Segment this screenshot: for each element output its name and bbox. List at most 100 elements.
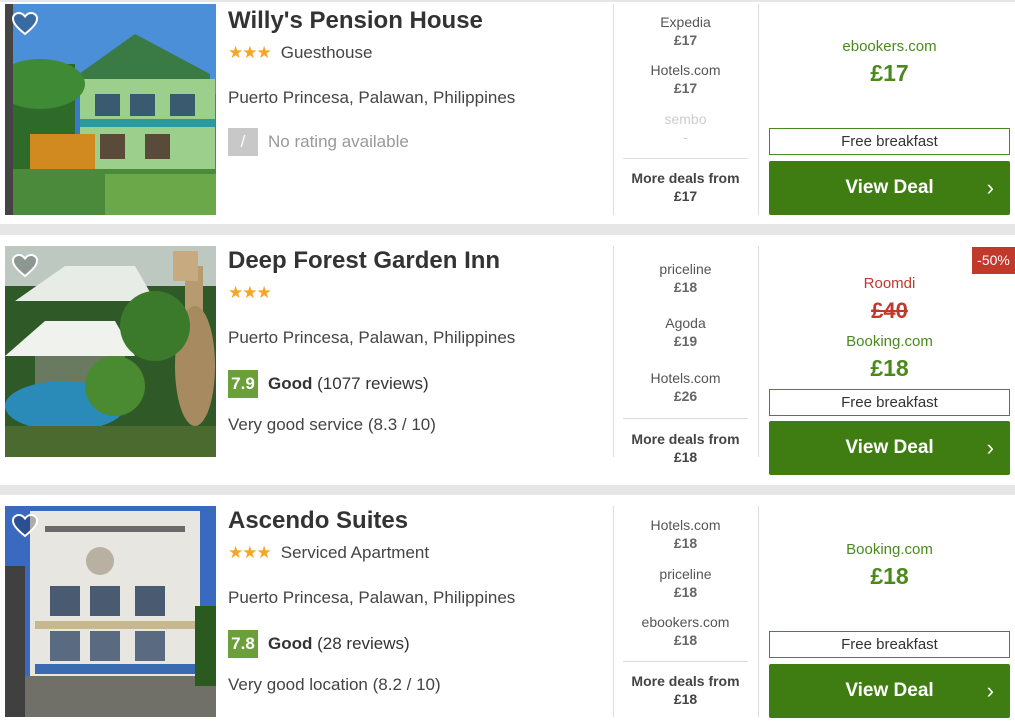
hotel-name[interactable]: Willy's Pension House [228,6,608,36]
rating-text: Good (1077 reviews) [268,374,429,394]
rating-highlight: Very good service (8.3 / 10) [228,415,436,434]
deal-provider: Hotels.com [650,517,721,533]
hotel-location[interactable]: Puerto Princesa, Palawan, Philippines [228,588,515,608]
best-deal-provider[interactable]: Booking.com [769,333,1010,350]
hotel-photo[interactable] [5,506,216,717]
column-divider [758,246,759,457]
favorite-heart-icon[interactable] [11,252,39,280]
view-deal-button[interactable]: View Deal › [769,161,1010,215]
column-divider [613,246,614,457]
hotel-photo[interactable] [5,4,216,215]
hotel-info: Deep Forest Garden Inn ★★★ Puerto Prince… [228,246,608,434]
deal-price: £18 [673,535,698,551]
favorite-heart-icon[interactable] [11,512,39,540]
star-row: ★★★ [228,282,608,304]
deal-price: £17 [673,32,698,48]
star-rating-icon: ★★★ [228,43,272,62]
deal-item: sembo - [623,110,748,146]
more-deals-link[interactable]: More deals from £18 [623,430,748,466]
deal-provider: priceline [659,566,712,582]
deal-price: £18 [673,632,698,648]
review-count[interactable]: (28 reviews) [317,634,410,653]
deal-provider: Agoda [665,315,706,331]
deal-price: - [683,129,688,145]
hotel-card[interactable]: Willy's Pension House ★★★ Guesthouse Pue… [0,2,1015,224]
deal-price: £19 [673,333,698,349]
deal-item[interactable]: priceline £18 [623,565,748,601]
view-deal-button[interactable]: View Deal › [769,664,1010,718]
rating-row: 7.8 Good (28 reviews) [228,630,410,658]
rating-highlight: Very good location (8.2 / 10) [228,675,441,694]
more-deals-label: More deals from [631,673,740,689]
deal-price: £26 [673,388,698,404]
view-deal-label: View Deal [845,437,934,458]
property-type: Guesthouse [280,43,373,62]
rating-text: No rating available [268,132,409,151]
chevron-right-icon: › [986,175,994,200]
star-rating-icon: ★★★ [228,543,272,562]
deal-price: £18 [673,584,698,600]
hotel-card[interactable]: Deep Forest Garden Inn ★★★ Puerto Prince… [0,235,1015,485]
best-deal-price[interactable]: £17 [769,60,1010,87]
rating-row: / No rating available [228,128,409,156]
view-deal-label: View Deal [845,177,934,198]
deal-item[interactable]: Hotels.com £17 [623,61,748,97]
column-divider [758,506,759,717]
deal-provider: priceline [659,261,712,277]
deal-provider: Expedia [660,14,711,30]
more-deals-link[interactable]: More deals from £17 [623,169,748,205]
review-count[interactable]: (1077 reviews) [317,374,429,393]
best-deal-price[interactable]: £18 [769,563,1010,590]
divider [623,661,748,662]
column-divider [758,4,759,215]
deal-price: £18 [673,279,698,295]
deal-item[interactable]: Agoda £19 [623,314,748,350]
more-deals-label: More deals from [631,431,740,447]
rating-score-badge: 7.8 [228,630,258,658]
chevron-right-icon: › [986,435,994,460]
hotel-info: Willy's Pension House ★★★ Guesthouse Pue… [228,6,608,156]
rating-row: 7.9 Good (1077 reviews) [228,370,429,398]
rating-score-badge: 7.9 [228,370,258,398]
hotel-name[interactable]: Deep Forest Garden Inn [228,246,608,276]
chevron-right-icon: › [986,678,994,703]
column-divider [613,4,614,215]
best-deal-provider[interactable]: Booking.com [769,541,1010,558]
deal-provider: ebookers.com [641,614,730,630]
more-deals-link[interactable]: More deals from £18 [623,672,748,708]
deal-item[interactable]: Expedia £17 [623,13,748,49]
deal-item[interactable]: Hotels.com £26 [623,369,748,405]
best-deal-price[interactable]: £18 [769,355,1010,382]
free-breakfast-label: Free breakfast [769,128,1010,155]
deal-item[interactable]: ebookers.com £18 [623,613,748,649]
star-rating-icon: ★★★ [228,283,272,302]
view-deal-label: View Deal [845,680,934,701]
more-deals-price: £17 [673,188,698,204]
view-deal-button[interactable]: View Deal › [769,421,1010,475]
deal-provider: Hotels.com [650,370,721,386]
old-price: £40 [871,298,908,323]
best-deal-provider[interactable]: ebookers.com [769,38,1010,55]
hotel-location[interactable]: Puerto Princesa, Palawan, Philippines [228,328,515,348]
hotel-name[interactable]: Ascendo Suites [228,506,608,536]
free-breakfast-label: Free breakfast [769,389,1010,416]
free-breakfast-label: Free breakfast [769,631,1010,658]
hotel-card[interactable]: Ascendo Suites ★★★ Serviced Apartment Pu… [0,495,1015,726]
favorite-heart-icon[interactable] [11,10,39,38]
deal-item[interactable]: Hotels.com £18 [623,516,748,552]
divider [623,158,748,159]
hotel-photo[interactable] [5,246,216,457]
rating-label: Good [268,634,313,653]
star-row: ★★★ Serviced Apartment [228,542,608,564]
deal-item[interactable]: priceline £18 [623,260,748,296]
rating-score-badge: / [228,128,258,156]
property-type: Serviced Apartment [280,543,430,562]
old-deal-provider: Roomdi [863,275,916,292]
discount-badge: -50% [972,247,1015,274]
star-row: ★★★ Guesthouse [228,42,608,64]
more-deals-label: More deals from [631,170,740,186]
hotel-info: Ascendo Suites ★★★ Serviced Apartment Pu… [228,506,608,694]
hotel-location[interactable]: Puerto Princesa, Palawan, Philippines [228,88,515,108]
deal-provider: sembo [664,111,707,127]
divider [623,418,748,419]
